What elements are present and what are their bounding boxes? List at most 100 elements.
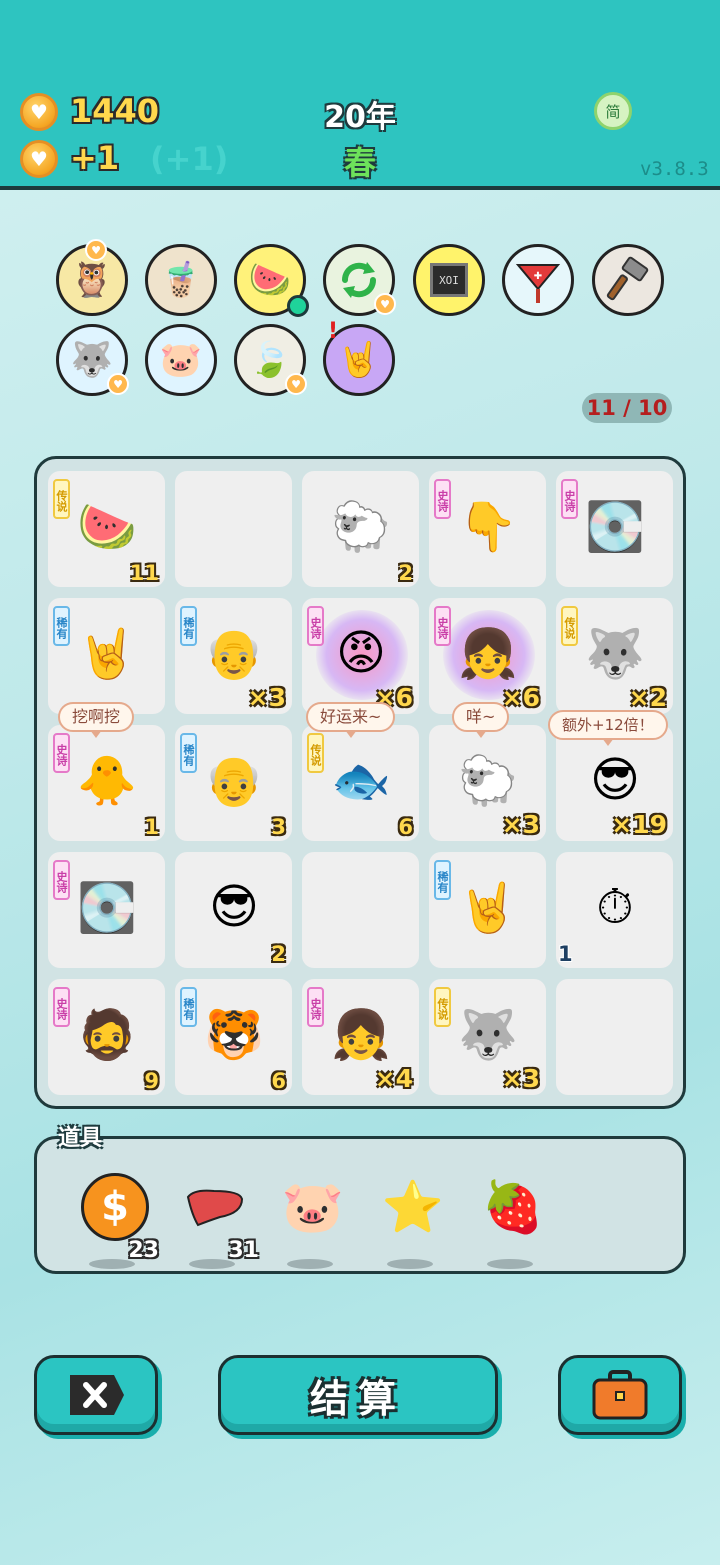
fruit-basket-icon[interactable]: 🍉 [234,244,309,317]
refresh-icon[interactable]: ♥ [323,244,396,316]
item-count: ×6 [501,683,540,712]
green-hat-man-icon: 🧔 [77,1006,137,1063]
briefcase-icon [592,1370,648,1420]
board-cell[interactable]: 🐺 传说 ×2 [556,598,673,714]
piggy-bank-icon[interactable]: 🐷 [275,1169,351,1269]
board-cell[interactable]: 💽 史诗 [556,471,673,587]
stopwatch-icon: ⏱ [596,878,634,935]
item-count: 6 [271,1069,286,1093]
board-cell[interactable]: 👴 稀有 3 [175,725,292,841]
rarity-tag: 传说 [434,987,451,1027]
koi-fish-icon: 🐟 [331,752,391,809]
rarity-tag: 史诗 [434,479,451,519]
heart-potion-icon[interactable]: ✚ [502,244,574,316]
girl-icon: 👧 [331,1006,391,1063]
rarity-tag: 稀有 [53,606,70,646]
star-icon[interactable]: ⭐ [375,1169,451,1269]
bag-button[interactable] [558,1355,682,1435]
chip-icon[interactable]: XOI [413,244,485,316]
board-cell[interactable]: 😡 史诗 ×6 [302,598,419,714]
item-count: 1 [144,815,159,839]
rarity-tag: 史诗 [53,987,70,1027]
item-count: 11 [129,561,159,585]
chick-face-icon: 🐥 [77,752,137,809]
board-cell[interactable]: 🐑 2 [302,471,419,587]
owls-icon[interactable]: 🦉 ♥ [56,239,128,316]
version-label: v3.8.3 [640,158,709,180]
piggy-bank-icon[interactable]: 🐷 [145,324,217,396]
husky-icon[interactable]: 🐺 ♥ [56,324,129,396]
board-cell[interactable]: 👇 史诗 [429,471,546,587]
rarity-tag: 传说 [53,479,70,519]
board-cell[interactable]: 🐯 稀有 6 [175,979,292,1095]
liver-icon[interactable]: 31 [177,1169,259,1269]
rock-hand-icon: 🤘 [77,625,137,682]
watermelon-icon: 🍉 [77,498,137,555]
rarity-tag: 史诗 [53,733,70,773]
rarity-tag: 稀有 [434,860,451,900]
board-cell[interactable]: 🍉 传说 11 [48,471,165,587]
board-cell[interactable]: 🐥 史诗 1 [48,725,165,841]
rarity-tag: 稀有 [180,733,197,773]
husky-king-icon: 🐺 [458,1006,518,1063]
graphics-card-icon: 💽 [77,879,137,936]
speech-bubble: 好运来~ [306,702,396,738]
item-count: ×2 [628,683,667,712]
board-cell[interactable]: 👴 稀有 ×3 [175,598,292,714]
settle-button[interactable]: 结算 [218,1355,498,1435]
rarity-tag: 史诗 [53,860,70,900]
empty-board-cell[interactable] [175,471,292,587]
strawberry-icon[interactable]: 🍓 [475,1169,551,1269]
board-cell[interactable]: 🤘 稀有 [48,598,165,714]
income-coin-icon: ♥ [20,140,58,178]
board-cell[interactable]: ⏱ 1 [556,852,673,968]
sheep-icon: 🐑 [458,752,518,809]
rarity-tag: 史诗 [307,606,324,646]
board-cell[interactable]: 🐑 ×3 [429,725,546,841]
rarity-tag: 传说 [561,606,578,646]
rarity-tag: 稀有 [180,606,197,646]
sunglasses-grandpa-icon: 😎 [589,752,641,808]
season-label: 春 [343,144,376,182]
coin-total: 1440 [70,92,160,130]
props-label: 道具 [58,1126,103,1151]
red-face-icon: 😡 [335,625,387,681]
item-count: 1 [558,942,573,966]
speech-bubble: 额外+12倍！ [548,710,668,746]
board-cell[interactable]: 💽 史诗 [48,852,165,968]
income-bonus: (+1) [150,140,229,178]
board-cell[interactable]: 😎 ×19 [556,725,673,841]
husky-king-icon: 🐺 [585,625,645,682]
item-count: ×19 [611,810,667,839]
empty-board-cell[interactable] [556,979,673,1095]
close-button[interactable] [34,1355,158,1435]
bubble-tea-icon[interactable]: 🧋 [145,244,217,316]
leaf-icon[interactable]: 🍃 ♥ [234,324,307,396]
language-toggle-button[interactable]: 简 [594,92,632,130]
item-board: 🍉 传说 11 🐑 2 👇 史诗 💽 史诗 🤘 稀有 👴 稀有 ×3 😡 史诗 ×6 👧 史诗 ×6 🐺 传说 ×2 🐥 史诗 1… [34,456,686,1109]
board-cell[interactable]: 😎 2 [175,852,292,968]
board-cell[interactable]: 👧 史诗 ×6 [429,598,546,714]
bald-man-icon: 👴 [204,752,264,809]
rock-hand-icon[interactable]: 🤘! [323,319,395,396]
rock-hand-icon: 🤘 [458,879,518,936]
top-bar: ♥ 1440 ♥ +1 (+1) 20年 春 简 v3.8.3 [0,0,720,190]
pointing-hand-icon: 👇 [458,498,518,555]
dollar-coin-icon[interactable]: $ 23 [77,1169,159,1269]
speech-bubble: 挖啊挖 [58,702,135,738]
empty-board-cell[interactable] [302,852,419,968]
board-cell[interactable]: 🤘 稀有 [429,852,546,968]
rarity-tag: 稀有 [180,987,197,1027]
hammer-icon[interactable] [592,244,664,316]
board-cell[interactable]: 🐟 传说 6 [302,725,419,841]
board-cell[interactable]: 🧔 史诗 9 [48,979,165,1095]
bald-man-icon: 👴 [204,625,264,682]
settle-button-label: 结算 [309,1376,406,1421]
capacity-counter: 11 / 10 [582,393,672,423]
item-count: ×3 [247,683,286,712]
graphics-card-icon: 💽 [585,498,645,555]
board-cell[interactable]: 👧 史诗 ×4 [302,979,419,1095]
item-count: ×4 [374,1064,413,1093]
item-count: 2 [398,561,413,585]
board-cell[interactable]: 🐺 传说 ×3 [429,979,546,1095]
